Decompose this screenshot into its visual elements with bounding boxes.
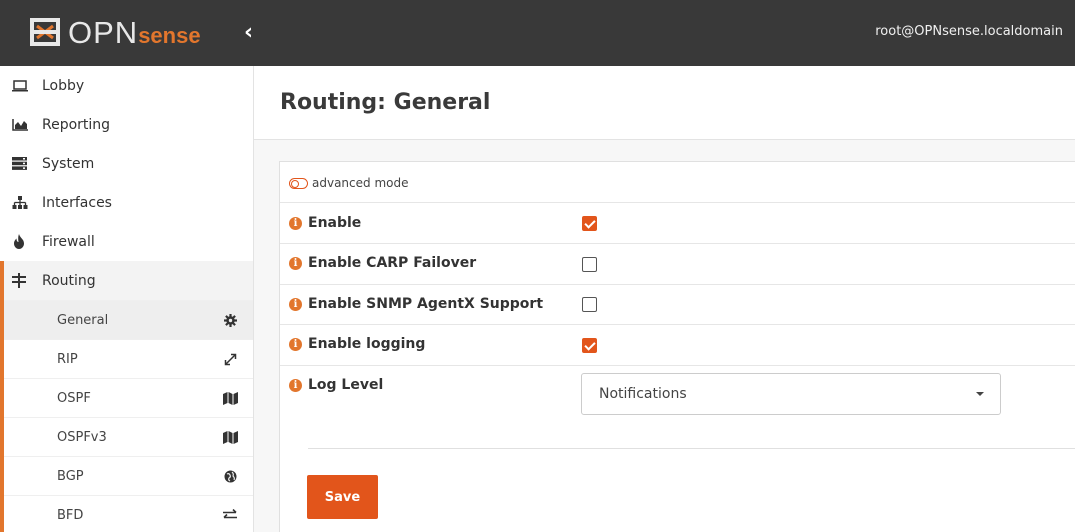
field-label-carp: i Enable CARP Failover [289,255,476,271]
field-label-logging: i Enable logging [289,336,425,352]
sidebar-subitem-label: BGP [57,468,84,484]
sidebar-item-interfaces[interactable]: Interfaces [0,183,253,222]
page-title: Routing: General [280,90,491,115]
exchange-icon [221,509,239,521]
caret-down-icon [976,392,984,396]
form-row-enable: i Enable [280,202,1075,243]
carp-failover-checkbox[interactable] [582,257,597,272]
form-row-carp: i Enable CARP Failover [280,243,1075,284]
sidebar-subitem-label: BFD [57,507,84,523]
advanced-mode-label: advanced mode [312,176,409,190]
signpost-icon [12,273,34,288]
sidebar-item-label: Routing [42,272,96,289]
opnsense-logo[interactable]: OPNsense [28,13,201,51]
advanced-mode-toggle[interactable]: advanced mode [289,176,408,190]
laptop-icon [12,79,34,92]
info-icon[interactable]: i [289,297,302,311]
field-label-text: Enable [308,215,362,231]
server-icon [12,157,34,170]
field-label-log-level: i Log Level [289,377,383,393]
routing-submenu: General RIP OSPF OSPFv3 BGP BFD [0,300,253,532]
chevron-left-icon: ‹ [244,20,254,45]
toggle-off-icon [289,177,308,189]
sidebar-subitem-label: General [57,312,109,328]
snmp-agentx-checkbox[interactable] [582,297,597,312]
sidebar-item-label: Lobby [42,77,85,94]
info-icon[interactable]: i [289,378,302,392]
logo-text: OPNsense [68,17,201,48]
map-icon [221,391,239,405]
opnsense-emblem-icon [30,18,60,46]
sidebar-item-firewall[interactable]: Firewall [0,222,253,261]
sidebar-subitem-label: OSPFv3 [57,429,107,445]
sidebar-subitem-bgp[interactable]: BGP [4,456,253,495]
sidebar-subitem-label: RIP [57,351,78,367]
save-button[interactable]: Save [307,475,378,519]
sidebar-subitem-ospfv3[interactable]: OSPFv3 [4,417,253,456]
sitemap-icon [12,196,34,209]
sidebar-item-lobby[interactable]: Lobby [0,66,253,105]
sidebar: Lobby Reporting System Interfaces Firewa… [0,66,254,532]
sidebar-collapse-button[interactable]: ‹ [244,22,264,44]
page-header: Routing: General [254,66,1075,140]
sidebar-subitem-ospf[interactable]: OSPF [4,378,253,417]
field-label-text: Log Level [308,377,384,393]
field-label-text: Enable logging [308,336,426,352]
enable-logging-checkbox[interactable] [582,338,597,353]
field-label-snmp: i Enable SNMP AgentX Support [289,296,543,312]
routing-general-form: advanced mode i Enable i Enable CARP Fai… [279,161,1075,532]
field-label-text: Enable CARP Failover [308,255,477,271]
info-icon[interactable]: i [289,256,302,270]
sidebar-subitem-rip[interactable]: RIP [4,339,253,378]
user-menu[interactable]: root@OPNsense.localdomain [875,24,1063,39]
sidebar-item-label: Interfaces [42,194,112,211]
sidebar-subitem-bfd[interactable]: BFD [4,495,253,532]
form-row-snmp: i Enable SNMP AgentX Support [280,284,1075,324]
info-icon[interactable]: i [289,216,302,230]
sidebar-item-label: System [42,155,95,172]
sidebar-subitem-general[interactable]: General [4,300,253,339]
info-icon[interactable]: i [289,337,302,351]
sidebar-subitem-label: OSPF [57,390,91,406]
sidebar-item-system[interactable]: System [0,144,253,183]
map-icon [221,430,239,444]
form-row-logging: i Enable logging [280,324,1075,365]
sidebar-item-label: Reporting [42,116,111,133]
field-label-enable: i Enable [289,215,361,231]
fire-icon [12,234,34,249]
divider [308,448,1075,449]
logo-text-sense: sense [138,22,201,48]
gear-icon [221,313,239,327]
top-bar: OPNsense ‹ root@OPNsense.localdomain [0,0,1075,66]
globe-icon [221,470,239,483]
sidebar-item-routing[interactable]: Routing [0,261,253,300]
area-chart-icon [12,118,34,131]
field-label-text: Enable SNMP AgentX Support [308,296,544,312]
log-level-select[interactable]: Notifications [581,373,1001,415]
sidebar-item-label: Firewall [42,233,95,250]
enable-checkbox[interactable] [582,216,597,231]
log-level-value: Notifications [599,386,687,402]
expand-arrows-icon [221,353,239,366]
sidebar-item-reporting[interactable]: Reporting [0,105,253,144]
logo-text-opn: OPN [68,14,139,50]
